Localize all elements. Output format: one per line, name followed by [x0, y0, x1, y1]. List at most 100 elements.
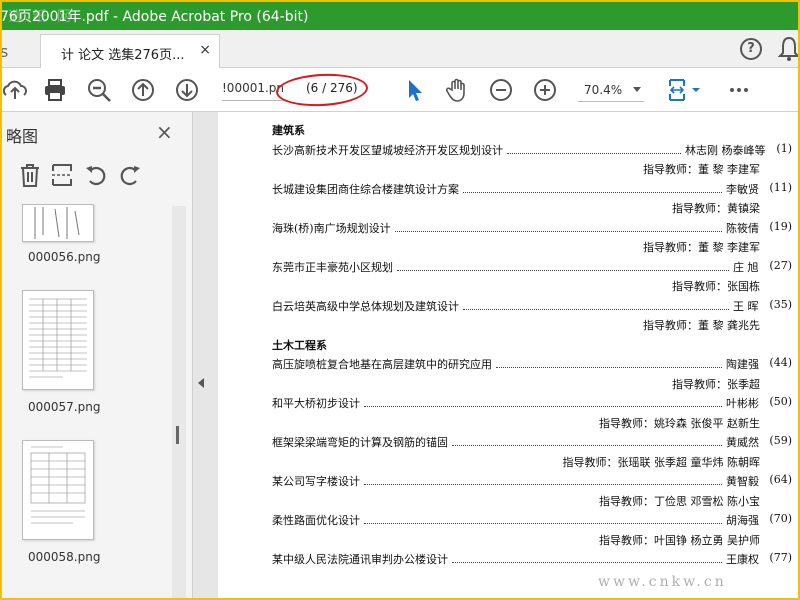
- sidebar-toolbar: [0, 156, 193, 196]
- title-bar: 76页2001年.pdf - Adobe Acrobat Pro (64-bit…: [0, 0, 800, 30]
- advisor-line: 指导教师：董 黎 李建军: [272, 161, 792, 176]
- advisor-line: 指导教师：董 黎 龚兆先: [272, 317, 792, 332]
- help-icon[interactable]: ?: [740, 38, 762, 60]
- toc-entry: 高压旋喷桩复合地基在高层建筑中的研究应用 陶建强 (44): [272, 356, 792, 371]
- entry-page-number: (44): [769, 356, 792, 369]
- line-text: 指导教师：张国栋: [672, 280, 760, 293]
- leader-dots: [452, 551, 722, 563]
- extract-pages-icon[interactable]: [50, 162, 74, 188]
- entry-author: 黄威然: [726, 436, 759, 449]
- advisor-line: 指导教师：张国栋: [272, 278, 792, 293]
- thumbnail-preview: [29, 298, 87, 378]
- advisor-line: 指导教师：张瑶联 张季超 童华炜 陈朝晖: [272, 454, 792, 469]
- entry-author: 林志刚 杨泰峰等: [685, 143, 766, 157]
- hand-tool-icon[interactable]: [444, 77, 470, 103]
- thumbnail-page[interactable]: [22, 290, 94, 390]
- sidebar-collapse-strip[interactable]: [193, 112, 210, 600]
- entry-page-number: (64): [769, 473, 792, 486]
- entry-page-number: (19): [769, 219, 792, 233]
- zoom-level-select[interactable]: 70.4%: [578, 80, 644, 102]
- entry-page-number: (59): [769, 434, 792, 447]
- tab-close-button[interactable]: ×: [199, 42, 211, 58]
- thumbnail-page[interactable]: [22, 440, 94, 540]
- sidebar-close-button[interactable]: ×: [156, 120, 173, 144]
- toc-entry: 和平大桥初步设计 叶彬彬 (50): [272, 395, 792, 410]
- entry-author: 陶建强: [726, 358, 759, 371]
- thumbnail-preview: [34, 207, 80, 239]
- line-text: 指导教师：董 黎 李建军: [643, 241, 760, 254]
- site-watermark: www.cnkw.cn: [598, 574, 727, 590]
- leader-dots: [364, 473, 722, 485]
- zoom-out-icon[interactable]: [488, 77, 514, 103]
- leader-dots: [395, 220, 722, 232]
- toc-entry: 框架梁梁端弯矩的计算及钢筋的锚固 黄威然 (59): [272, 434, 792, 449]
- thumbnail-preview: [30, 446, 86, 524]
- thumbnail-sidebar: 略图 × 000056.png 000057.png 000058.png: [0, 112, 193, 600]
- select-cursor-icon[interactable]: [402, 77, 428, 103]
- fit-page-icon[interactable]: [666, 77, 706, 103]
- rotate-left-icon[interactable]: [84, 162, 108, 188]
- line-text: 指导教师：董 黎 李建军: [643, 163, 760, 176]
- upload-icon[interactable]: [2, 77, 28, 103]
- tab-bar: s 计 论文 选集276页... ×: [0, 30, 800, 68]
- print-icon[interactable]: [42, 77, 68, 103]
- more-options-icon[interactable]: [726, 77, 752, 103]
- watermark: 逍 纸 网: [8, 9, 74, 25]
- line-text: 指导教师：丁俭思 邓雪松 陈小宝: [599, 494, 760, 508]
- zoom-out-search-icon[interactable]: [86, 77, 112, 103]
- notification-bell-icon[interactable]: [778, 36, 800, 62]
- entry-author: 陈筱倩: [726, 221, 759, 235]
- entry-author: 叶彬彬: [726, 397, 759, 410]
- leader-dots: [397, 259, 729, 271]
- advisor-line: 指导教师：黄镇梁: [272, 200, 792, 215]
- tab-scroll-left-icon[interactable]: s: [0, 42, 8, 61]
- rotate-right-icon[interactable]: [118, 162, 142, 188]
- previous-page-icon[interactable]: [130, 77, 156, 103]
- chevron-down-icon: [633, 87, 641, 92]
- tab-document[interactable]: 计 论文 选集276页... ×: [40, 34, 220, 68]
- leader-dots: [496, 356, 722, 368]
- line-text: 建筑系: [272, 124, 305, 137]
- line-text: 东莞市正丰豪苑小区规划: [272, 260, 393, 274]
- entry-author: 胡海强: [726, 514, 759, 527]
- toc-entry: 海珠(桥)南广场规划设计 陈筱倩 (19): [272, 220, 792, 235]
- entry-page-number: (35): [769, 297, 792, 311]
- line-text: 长城建设集团商住综合楼建筑设计方案: [272, 182, 459, 196]
- entry-author: 庄 旭: [733, 260, 759, 274]
- entry-page-number: (27): [769, 258, 792, 272]
- toc-entry: 长城建设集团商住综合楼建筑设计方案 李敏贤 (11): [272, 181, 792, 196]
- zoom-level-value: 70.4%: [584, 83, 623, 97]
- sidebar-title: 略图: [6, 127, 39, 146]
- line-text: 长沙高新技术开发区望城坡经济开发区规划设计: [272, 143, 503, 157]
- scrollbar-thumb[interactable]: [176, 426, 179, 444]
- advisor-line: 指导教师：叶国铮 杨立勇 吴护师: [272, 532, 792, 547]
- leader-dots: [364, 395, 722, 407]
- next-page-icon[interactable]: [174, 77, 200, 103]
- advisor-line: 指导教师：董 黎 李建军: [272, 239, 792, 254]
- entry-page-number: (77): [769, 551, 792, 564]
- thumbnail-page[interactable]: [22, 204, 94, 242]
- leader-dots: [452, 434, 722, 446]
- entry-author: 王 晖: [733, 299, 759, 313]
- line-text: 土木工程系: [272, 338, 327, 352]
- page-number-input[interactable]: !00001.pn: [222, 81, 284, 101]
- section-heading: 建筑系: [272, 122, 792, 137]
- line-text: 指导教师：叶国铮 杨立勇 吴护师: [599, 533, 760, 547]
- line-text: 指导教师：张瑶联 张季超 童华炜 陈朝晖: [562, 455, 761, 469]
- advisor-line: 指导教师：丁俭思 邓雪松 陈小宝: [272, 493, 792, 508]
- line-text: 指导教师：董 黎 龚兆先: [643, 319, 760, 332]
- document-page: 建筑系长沙高新技术开发区望城坡经济开发区规划设计 林志刚 杨泰峰等 (1) 指导教师：…: [218, 112, 800, 600]
- section-heading: 土木工程系: [272, 337, 792, 352]
- leader-dots: [463, 181, 722, 193]
- zoom-in-icon[interactable]: [532, 77, 558, 103]
- thumbnail-label: 000058.png: [28, 550, 101, 564]
- sidebar-scrollbar[interactable]: [172, 206, 186, 600]
- delete-icon[interactable]: [18, 162, 42, 188]
- line-text: 高压旋喷桩复合地基在高层建筑中的研究应用: [272, 358, 492, 371]
- line-text: 和平大桥初步设计: [272, 397, 360, 410]
- entry-page-number: (11): [769, 180, 792, 194]
- thumbnail-label: 000056.png: [28, 250, 101, 264]
- entry-page-number: (1): [776, 141, 792, 155]
- line-text: 海珠(桥)南广场规划设计: [272, 221, 391, 235]
- document-view[interactable]: 建筑系长沙高新技术开发区望城坡经济开发区规划设计 林志刚 杨泰峰等 (1) 指导教师：…: [210, 112, 800, 600]
